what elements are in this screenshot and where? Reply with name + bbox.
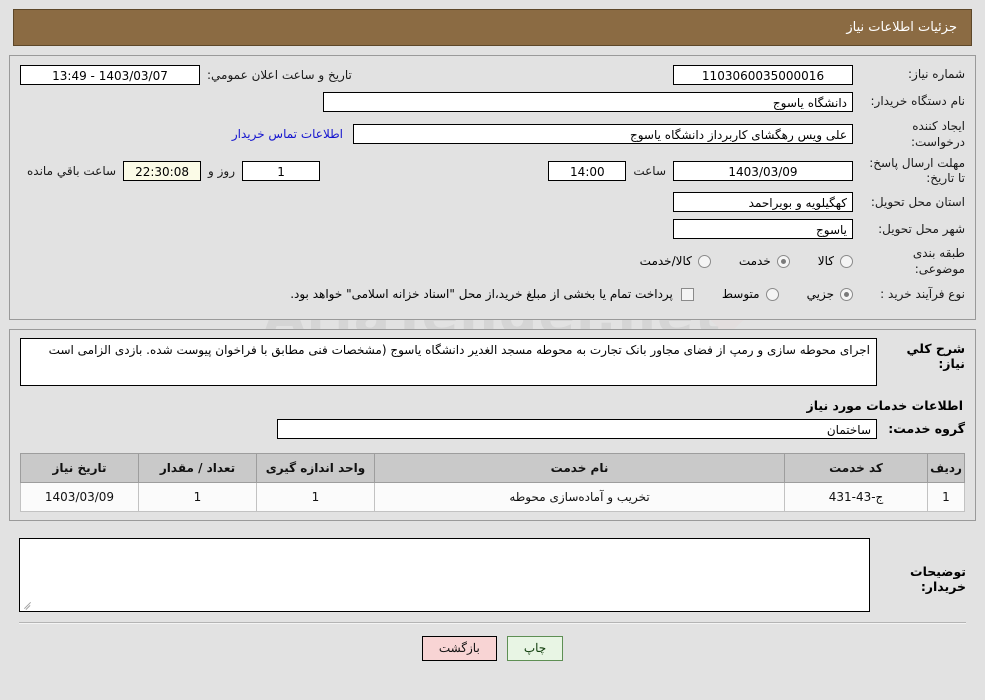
category-option-label: کالا: [817, 254, 834, 269]
row-buyer-notes: توضیحات خریدار:: [19, 537, 966, 612]
deadline-time-label: ساعت: [633, 163, 666, 178]
province-value: کهگیلویه و بویراحمد: [673, 191, 853, 212]
deadline-time-value: 14:00: [548, 160, 627, 181]
process-option-label: متوسط: [721, 287, 760, 302]
process-label: نوع فرآیند خرید :: [880, 286, 965, 301]
cell-code: ج-43-431: [784, 481, 928, 512]
row-city: شهر محل تحویل: یاسوج: [20, 218, 965, 239]
resize-grip-icon[interactable]: [23, 600, 32, 610]
cell-unit: 1: [256, 481, 375, 512]
row-service-group: گروه خدمت: ساختمان: [20, 418, 965, 439]
col-header-unit: واحد اندازه گیری: [256, 452, 375, 483]
print-button[interactable]: چاپ: [506, 635, 564, 661]
process-option-jozii[interactable]: جزیي: [807, 287, 853, 301]
need-description-label: شرح كلي نياز:: [906, 340, 965, 371]
col-header-date: تاریخ نیاز: [20, 452, 139, 483]
process-option-motavasset[interactable]: متوسط: [722, 287, 779, 301]
services-table-body: 1 ج-43-431 تخریب و آماده‌سازی محوطه 1 1 …: [20, 481, 965, 512]
page-header-bar: جزئیات اطلاعات نیاز: [13, 9, 972, 46]
row-creator: ایجاد کننده درخواست: علی ویس رهگشای کارب…: [20, 118, 965, 150]
footer-button-bar: چاپ بازگشت: [19, 624, 966, 661]
payment-note: پرداخت تمام یا بخشی از مبلغ خرید،از محل …: [290, 287, 673, 302]
radio-icon-selected[interactable]: [840, 287, 853, 301]
province-label: استان محل تحویل:: [870, 194, 965, 209]
col-header-name: نام خدمت: [374, 452, 785, 483]
checkbox-icon[interactable]: [680, 287, 694, 301]
cell-index: 1: [927, 481, 965, 512]
need-description-text: اجرای محوطه سازی و رمپ از فضای مجاور بان…: [20, 337, 877, 386]
page-title: جزئیات اطلاعات نیاز: [846, 20, 957, 35]
table-row: 1 ج-43-431 تخریب و آماده‌سازی محوطه 1 1 …: [20, 481, 965, 512]
city-value: یاسوج: [673, 218, 853, 239]
category-option-khedmat[interactable]: خدمت: [739, 254, 790, 268]
category-option-label: خدمت: [738, 254, 771, 269]
city-label: شهر محل تحویل:: [878, 221, 965, 236]
process-option-label: جزیي: [806, 287, 834, 302]
need-summary-panel: شماره نیاز: 1103060035000016 تاریخ و ساع…: [9, 55, 976, 320]
deadline-label: مهلت ارسال پاسخ: تا تاریخ:: [869, 156, 965, 185]
table-header-row: ردیف کد خدمت نام خدمت واحد اندازه گیری ت…: [20, 452, 965, 483]
cell-date: 1403/03/09: [20, 481, 139, 512]
category-option-label: کالا/خدمت: [639, 254, 692, 269]
services-section-title: اطلاعات خدمات مورد نیاز: [806, 397, 964, 413]
buyer-contact-link[interactable]: اطلاعات تماس خریدار: [232, 127, 353, 141]
announce-label: تاریخ و ساعت اعلان عمومي:: [207, 67, 352, 82]
back-button[interactable]: بازگشت: [421, 635, 497, 661]
category-radio-group: کالا خدمت کالا/خدمت: [612, 254, 853, 268]
page-root: جزئیات اطلاعات نیاز شماره نیاز: 11030600…: [0, 9, 985, 661]
services-table: ردیف کد خدمت نام خدمت واحد اندازه گیری ت…: [20, 452, 965, 512]
buyer-org-label: نام دستگاه خریدار:: [870, 94, 966, 109]
creator-label: ایجاد کننده درخواست:: [911, 119, 965, 150]
need-number-value: 1103060035000016: [673, 64, 853, 85]
radio-icon[interactable]: [840, 254, 853, 268]
remaining-days-label: روز و: [208, 163, 236, 178]
row-need-description: شرح كلي نياز: اجرای محوطه سازی و رمپ از …: [20, 337, 965, 386]
service-group-label: گروه خدمت:: [888, 421, 965, 437]
process-radio-group: جزیي متوسط پرداخت تمام یا بخشی از مبلغ خ…: [262, 287, 853, 301]
row-deadline: مهلت ارسال پاسخ: تا تاریخ: 1403/03/09 سا…: [20, 156, 965, 185]
radio-icon[interactable]: [697, 254, 711, 268]
col-header-code: کد خدمت: [784, 452, 928, 483]
need-number-label: شماره نیاز:: [908, 67, 965, 82]
radio-icon[interactable]: [765, 287, 779, 301]
row-province: استان محل تحویل: کهگیلویه و بویراحمد: [20, 191, 965, 212]
category-option-kala[interactable]: کالا: [818, 254, 853, 268]
row-category: طبقه بندی موضوعی: کالا خدمت کالا/خدمت: [20, 245, 965, 277]
service-group-value: ساختمان: [277, 418, 877, 439]
col-header-qty: تعداد / مقدار: [138, 452, 257, 483]
remaining-clock-value: 22:30:08: [123, 160, 202, 181]
col-header-index: ردیف: [927, 452, 965, 483]
row-need-number: شماره نیاز: 1103060035000016 تاریخ و ساع…: [20, 64, 965, 85]
creator-value: علی ویس رهگشای کاربرداز دانشگاه یاسوج: [353, 124, 853, 145]
buyer-notes-textarea[interactable]: [19, 537, 870, 612]
remaining-clock-label: ساعت باقي مانده: [27, 163, 117, 178]
category-label: طبقه بندی موضوعی:: [912, 246, 965, 277]
row-process-type: نوع فرآیند خرید : جزیي متوسط پرداخت تمام…: [20, 284, 965, 305]
remaining-days-value: 1: [242, 160, 321, 181]
payment-treasury-checkbox-wrap[interactable]: پرداخت تمام یا بخشی از مبلغ خرید،از محل …: [290, 287, 694, 301]
buyer-notes-panel: توضیحات خریدار: چاپ بازگشت: [9, 530, 976, 661]
row-buyer-org: نام دستگاه خریدار: دانشگاه یاسوج: [20, 91, 965, 112]
radio-icon-selected[interactable]: [776, 254, 790, 268]
category-option-kala-khedmat[interactable]: کالا/خدمت: [640, 254, 711, 268]
services-table-head: ردیف کد خدمت نام خدمت واحد اندازه گیری ت…: [20, 452, 965, 483]
cell-qty: 1: [138, 481, 257, 512]
buyer-notes-label: توضیحات خریدار:: [910, 563, 966, 594]
announce-value: 1403/03/07 - 13:49: [20, 64, 200, 85]
cell-name: تخریب و آماده‌سازی محوطه: [374, 481, 785, 512]
need-detail-panel: شرح كلي نياز: اجرای محوطه سازی و رمپ از …: [9, 328, 976, 521]
deadline-date-value: 1403/03/09: [673, 160, 853, 181]
buyer-org-value: دانشگاه یاسوج: [323, 91, 853, 112]
